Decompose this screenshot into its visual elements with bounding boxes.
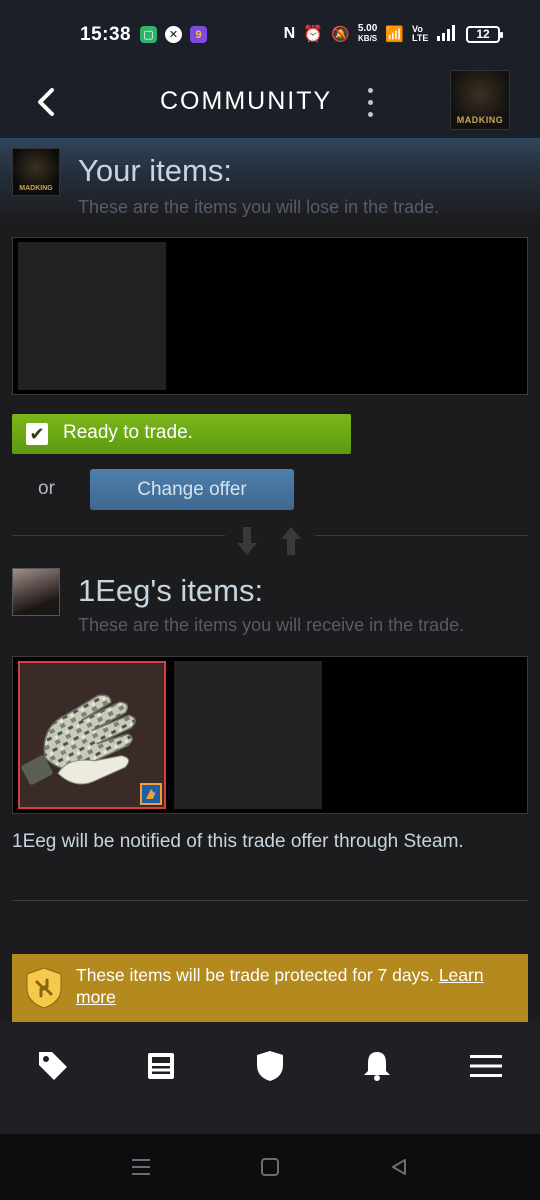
system-navigation-bar [0, 1134, 540, 1200]
net-speed-value: 5.00 [357, 23, 378, 34]
ready-checkbox[interactable]: ✔ [26, 423, 48, 445]
recents-button[interactable] [128, 1154, 154, 1180]
news-icon [148, 1053, 174, 1079]
signal-icon [436, 24, 458, 44]
messages-app-icon: ▢ [140, 26, 157, 43]
nav-notifications-button[interactable] [357, 1046, 397, 1086]
section-divider [12, 900, 528, 901]
status-time: 15:38 [80, 24, 132, 45]
shield-icon [257, 1051, 283, 1081]
app-header: COMMUNITY MADKING [0, 70, 540, 138]
avatar-logo-text: MADKING [456, 115, 504, 125]
your-items-title: Your items: [78, 153, 232, 188]
status-bar: 15:38 ▢ ✕ 9 N ⏰ 🔕 5.00 KB/S 📶 Vo LTE 12 [0, 0, 540, 70]
page-title: COMMUNITY [160, 87, 333, 115]
system-back-button[interactable] [386, 1154, 412, 1180]
xbox-app-icon: ✕ [165, 26, 182, 43]
bell-icon [364, 1052, 390, 1081]
their-items-title: 1Eeg's items: [78, 573, 264, 608]
cs-game-badge-icon [140, 783, 162, 805]
your-items-header: MADKING Your items: These are the items … [0, 138, 540, 220]
status-indicators: N ⏰ 🔕 5.00 KB/S 📶 Vo LTE 12 [283, 24, 503, 44]
trade-protected-shield-icon [26, 967, 62, 1009]
volte-label: Vo LTE [412, 24, 429, 43]
profile-avatar[interactable]: MADKING [450, 70, 510, 130]
notify-text: 1Eeg will be notified of this trade offe… [12, 831, 464, 852]
swap-arrows-icon [225, 521, 315, 561]
home-square-icon [261, 1158, 279, 1176]
your-avatar-text: MADKING [19, 185, 53, 192]
trade-protection-text: These items will be trade protected for … [76, 964, 516, 1008]
more-options-button[interactable] [360, 84, 380, 120]
wifi-icon: 📶 [385, 26, 404, 43]
menu-icon [470, 1055, 502, 1077]
empty-item-slot[interactable] [174, 661, 322, 809]
nfc-icon: N [283, 25, 296, 42]
back-triangle-icon [392, 1159, 406, 1175]
app-9-icon: 9 [190, 26, 207, 43]
mute-icon: 🔕 [331, 26, 350, 43]
nav-news-button[interactable] [141, 1046, 181, 1086]
nav-menu-button[interactable] [466, 1046, 506, 1086]
back-arrow-icon [38, 88, 54, 116]
back-button[interactable] [28, 82, 68, 122]
item-slot-gloves[interactable] [18, 661, 166, 809]
nav-guard-button[interactable] [250, 1046, 290, 1086]
ready-label: Ready to trade. [63, 422, 193, 443]
home-button[interactable] [257, 1154, 283, 1180]
status-app-icons: ▢ ✕ 9 [140, 26, 207, 43]
bottom-navigation [0, 1022, 540, 1134]
net-speed-unit: KB/S [358, 34, 378, 43]
trade-protection-banner: These items will be trade protected for … [12, 954, 528, 1022]
alarm-icon: ⏰ [303, 26, 324, 43]
change-offer-button[interactable]: Change offer [90, 469, 294, 510]
nav-store-button[interactable] [33, 1046, 73, 1086]
your-items-subtitle: These are the items you will lose in the… [78, 197, 440, 217]
net-speed: 5.00 KB/S [358, 24, 377, 44]
tag-icon [39, 1052, 67, 1080]
their-items-subtitle: These are the items you will receive in … [78, 615, 465, 635]
ready-to-trade-button[interactable]: ✔ Ready to trade. [12, 414, 351, 454]
recents-icon [132, 1159, 150, 1175]
trade-offer-content: MADKING Your items: These are the items … [0, 138, 540, 1022]
protection-message: These items will be trade protected for … [76, 965, 434, 985]
or-label: or [38, 478, 55, 499]
their-items-box [12, 656, 528, 814]
their-items-header: 1Eeg's items: These are the items you wi… [0, 558, 540, 643]
empty-item-slot[interactable] [18, 242, 166, 390]
battery-indicator: 12 [466, 25, 503, 43]
your-items-box [12, 237, 528, 395]
your-avatar[interactable]: MADKING [12, 148, 60, 196]
partner-avatar[interactable] [12, 568, 60, 616]
